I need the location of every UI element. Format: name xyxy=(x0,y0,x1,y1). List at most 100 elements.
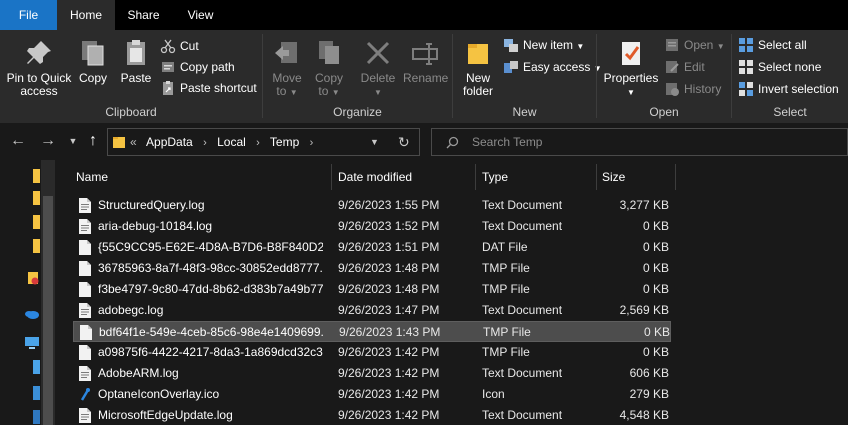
drive-icon[interactable] xyxy=(30,410,40,424)
column-divider[interactable] xyxy=(596,164,597,190)
file-name[interactable]: MicrosoftEdgeUpdate.log xyxy=(98,405,323,425)
new-folder-button[interactable]: New folder xyxy=(459,34,497,98)
open-icon xyxy=(666,39,678,51)
cut-button[interactable]: Cut xyxy=(160,36,199,56)
file-name[interactable]: f3be4797-9c80-47dd-8b62-d383b7a49b77... xyxy=(98,279,323,300)
table-row[interactable]: StructuredQuery.log 9/26/2023 1:55 PM Text… xyxy=(73,195,671,216)
tab-view[interactable]: View xyxy=(172,0,229,30)
breadcrumb-temp[interactable]: Temp xyxy=(270,135,299,149)
file-type: Icon xyxy=(482,387,505,401)
blank-file-icon xyxy=(79,345,91,360)
invert-selection-icon xyxy=(739,82,753,96)
open-group: Properties ▼ Open ▼ Edit History Open xyxy=(597,30,731,123)
tab-share[interactable]: Share xyxy=(115,0,172,30)
recent-locations-chevron-icon[interactable]: ▼ xyxy=(63,131,83,151)
up-arrow-icon[interactable]: ↑ xyxy=(83,131,103,151)
blank-file-icon xyxy=(79,282,91,297)
navigation-pane-scrollbar[interactable] xyxy=(41,160,55,425)
column-header-type[interactable]: Type xyxy=(482,164,592,190)
back-arrow-icon[interactable]: ← xyxy=(8,131,28,151)
column-header-size[interactable]: Size xyxy=(602,164,672,190)
tab-file[interactable]: File xyxy=(0,0,57,30)
invert-selection-button[interactable]: Invert selection xyxy=(738,79,839,99)
column-divider[interactable] xyxy=(675,164,676,190)
address-bar[interactable]: « AppData › Local › Temp › ▼ ↻ xyxy=(107,128,420,156)
history-button[interactable]: History xyxy=(664,79,721,99)
clipboard-group-label: Clipboard xyxy=(105,105,157,119)
table-row[interactable]: MicrosoftEdgeUpdate.log 9/26/2023 1:42 PM… xyxy=(73,405,671,425)
easy-access-label: Easy access xyxy=(523,60,591,74)
paste-shortcut-button[interactable]: Paste shortcut xyxy=(160,78,257,98)
network-drive-icon[interactable] xyxy=(30,360,40,374)
easy-access-button[interactable]: Easy access ▼ xyxy=(503,57,602,77)
copy-to-button[interactable]: Copy to ▼ xyxy=(311,34,347,99)
delete-button[interactable]: Delete ▼ xyxy=(359,34,397,99)
open-button[interactable]: Open ▼ xyxy=(664,35,725,55)
copy-button[interactable]: Copy xyxy=(77,34,109,85)
file-name[interactable]: bdf64f1e-549e-4ceb-85c6-98e4e1409699.... xyxy=(99,322,324,343)
file-name[interactable]: AdobeARM.log xyxy=(98,363,323,384)
quick-access-folder-icon[interactable] xyxy=(30,239,40,253)
ribbon: Pin to Quick access Copy Paste Cut Copy … xyxy=(0,30,848,123)
breadcrumb-local[interactable]: Local xyxy=(217,135,246,149)
breadcrumb-chevron-icon[interactable]: › xyxy=(203,137,207,149)
move-to-button[interactable]: Move to ▼ xyxy=(269,34,305,99)
onedrive-icon[interactable] xyxy=(24,306,40,320)
properties-button[interactable]: Properties ▼ xyxy=(603,34,659,99)
column-header-name[interactable]: Name xyxy=(76,164,326,190)
table-row[interactable]: AdobeARM.log 9/26/2023 1:42 PM Text Docume… xyxy=(73,363,671,384)
address-dropdown-chevron-icon[interactable]: ▼ xyxy=(370,129,379,155)
copy-path-button[interactable]: Copy path xyxy=(160,57,235,77)
scrollbar-thumb[interactable] xyxy=(43,196,53,425)
drive-icon[interactable] xyxy=(30,386,40,400)
quick-access-folder-icon[interactable] xyxy=(30,169,40,183)
forward-arrow-icon[interactable]: → xyxy=(38,131,58,151)
blocked-folder-icon[interactable] xyxy=(26,271,40,285)
file-name[interactable]: a09875f6-4422-4217-8da3-1a869dcd32c3.... xyxy=(98,342,323,363)
breadcrumb-appdata[interactable]: AppData xyxy=(146,135,193,149)
breadcrumb: « AppData › Local › Temp › xyxy=(130,129,320,155)
table-row[interactable]: a09875f6-4422-4217-8da3-1a869dcd32c3....… xyxy=(73,342,671,363)
file-name[interactable]: OptaneIconOverlay.ico xyxy=(98,384,323,405)
file-name[interactable]: adobegc.log xyxy=(98,300,323,321)
table-row[interactable]: bdf64f1e-549e-4ceb-85c6-98e4e1409699....… xyxy=(73,321,671,342)
file-name[interactable]: {55C9CC95-E62E-4D8A-B7D6-B8F840D2D... xyxy=(98,237,323,258)
select-none-button[interactable]: Select none xyxy=(738,57,821,77)
file-name[interactable]: StructuredQuery.log xyxy=(98,195,323,216)
new-item-button[interactable]: New item ▼ xyxy=(503,35,584,55)
new-folder-label-2: folder xyxy=(462,84,494,98)
new-item-label: New item xyxy=(523,38,574,52)
edit-button[interactable]: Edit xyxy=(664,57,705,77)
breadcrumb-overflow[interactable]: « xyxy=(130,135,137,149)
this-pc-icon[interactable] xyxy=(24,336,40,350)
tab-home[interactable]: Home xyxy=(57,0,115,31)
breadcrumb-chevron-icon[interactable]: › xyxy=(310,137,314,149)
paste-button[interactable]: Paste xyxy=(118,34,154,85)
column-header-date-modified[interactable]: Date modified xyxy=(338,164,473,190)
table-row[interactable]: 36785963-8a7f-48f3-98cc-30852edd8777.t..… xyxy=(73,258,671,279)
pin-icon xyxy=(27,41,51,64)
table-row[interactable]: OptaneIconOverlay.ico 9/26/2023 1:42 PM Ic… xyxy=(73,384,671,405)
file-name[interactable]: 36785963-8a7f-48f3-98cc-30852edd8777.t..… xyxy=(98,258,323,279)
pin-to-quick-access-button[interactable]: Pin to Quick access xyxy=(4,34,74,98)
table-row[interactable]: aria-debug-10184.log 9/26/2023 1:52 PM Tex… xyxy=(73,216,671,237)
rename-button[interactable]: Rename xyxy=(403,34,448,85)
table-row[interactable]: adobegc.log 9/26/2023 1:47 PM Text Documen… xyxy=(73,300,671,321)
select-all-button[interactable]: Select all xyxy=(738,35,807,55)
table-row[interactable]: {55C9CC95-E62E-4D8A-B7D6-B8F840D2D... 9/2… xyxy=(73,237,671,258)
file-name[interactable]: aria-debug-10184.log xyxy=(98,216,323,237)
file-type: Text Document xyxy=(482,198,563,212)
quick-access-folder-icon[interactable] xyxy=(30,215,40,229)
quick-access-folder-icon[interactable] xyxy=(30,191,40,205)
search-input[interactable]: Search Temp xyxy=(472,129,542,155)
file-date-modified: 9/26/2023 1:55 PM xyxy=(338,198,440,212)
column-divider[interactable] xyxy=(331,164,332,190)
refresh-icon[interactable]: ↻ xyxy=(398,129,410,155)
search-box[interactable]: Search Temp xyxy=(431,128,848,156)
ico-file-icon xyxy=(79,387,91,402)
delete-chevron-icon: ▼ xyxy=(374,88,382,97)
table-row[interactable]: f3be4797-9c80-47dd-8b62-d383b7a49b77... 9… xyxy=(73,279,671,300)
breadcrumb-chevron-icon[interactable]: › xyxy=(256,137,260,149)
file-size: 0 KB xyxy=(642,345,669,359)
column-divider[interactable] xyxy=(475,164,476,190)
